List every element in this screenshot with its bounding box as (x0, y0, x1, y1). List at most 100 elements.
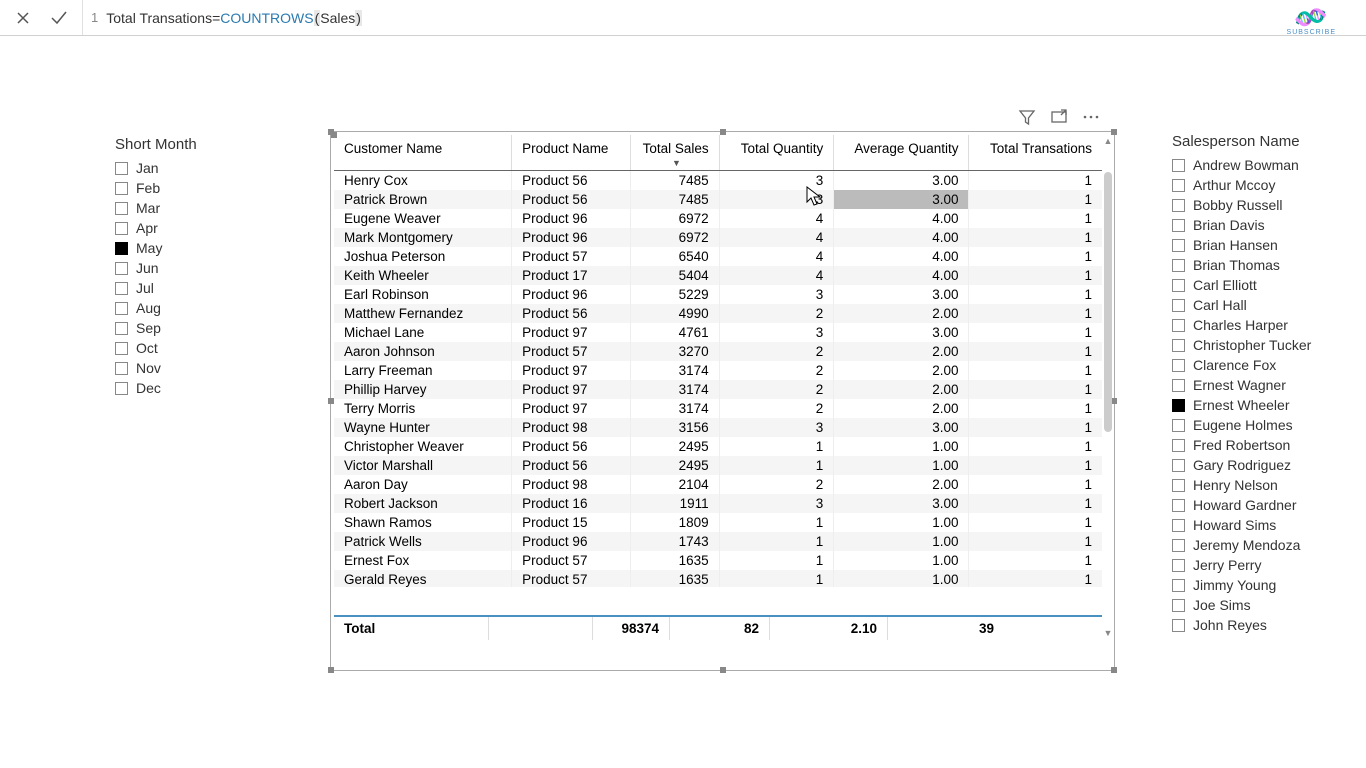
table-cell[interactable]: Product 98 (512, 418, 631, 437)
table-cell[interactable]: 1 (969, 570, 1102, 587)
table-cell[interactable]: 2.00 (834, 399, 969, 418)
table-cell[interactable]: Phillip Harvey (334, 380, 512, 399)
table-cell[interactable]: 2.00 (834, 380, 969, 399)
checkbox-icon[interactable] (1172, 519, 1185, 532)
table-cell[interactable]: Keith Wheeler (334, 266, 512, 285)
table-row[interactable]: Victor MarshallProduct 56249511.001 (334, 456, 1102, 475)
table-cell[interactable]: Product 56 (512, 190, 631, 209)
slicer-item[interactable]: Howard Gardner (1172, 496, 1352, 514)
table-cell[interactable]: 1 (969, 228, 1102, 247)
table-row[interactable]: Wayne HunterProduct 98315633.001 (334, 418, 1102, 437)
table-row[interactable]: Robert JacksonProduct 16191133.001 (334, 494, 1102, 513)
table-cell[interactable]: 3174 (631, 361, 719, 380)
table-cell[interactable]: 3.00 (834, 171, 969, 191)
table-cell[interactable]: 1 (719, 513, 834, 532)
checkbox-icon[interactable] (1172, 539, 1185, 552)
table-cell[interactable]: 6972 (631, 228, 719, 247)
table-cell[interactable]: Product 96 (512, 285, 631, 304)
checkbox-icon[interactable] (1172, 499, 1185, 512)
table-cell[interactable]: 1 (719, 551, 834, 570)
resize-handle[interactable] (328, 129, 334, 135)
slicer-item[interactable]: Howard Sims (1172, 516, 1352, 534)
table-cell[interactable]: 4 (719, 228, 834, 247)
slicer-item[interactable]: Charles Harper (1172, 316, 1352, 334)
table-cell[interactable]: Shawn Ramos (334, 513, 512, 532)
checkbox-icon[interactable] (115, 182, 128, 195)
slicer-item[interactable]: Dec (115, 379, 285, 397)
table-cell[interactable]: Terry Morris (334, 399, 512, 418)
checkbox-icon[interactable] (1172, 399, 1185, 412)
slicer-item[interactable]: Aug (115, 299, 285, 317)
table-cell[interactable]: 1 (719, 570, 834, 587)
slicer-item[interactable]: Ernest Wheeler (1172, 396, 1352, 414)
table-cell[interactable]: Earl Robinson (334, 285, 512, 304)
scroll-up-icon[interactable]: ▲ (1103, 136, 1113, 150)
column-header[interactable]: Average Quantity (834, 135, 969, 171)
table-cell[interactable]: 6972 (631, 209, 719, 228)
table-cell[interactable]: 1 (969, 380, 1102, 399)
table-cell[interactable]: 2 (719, 475, 834, 494)
slicer-item[interactable]: Brian Thomas (1172, 256, 1352, 274)
checkbox-icon[interactable] (1172, 419, 1185, 432)
table-cell[interactable]: 1 (969, 551, 1102, 570)
table-cell[interactable]: 1911 (631, 494, 719, 513)
table-cell[interactable]: 3.00 (834, 190, 969, 209)
table-cell[interactable]: 5404 (631, 266, 719, 285)
table-cell[interactable]: Product 16 (512, 494, 631, 513)
table-cell[interactable]: 1 (969, 361, 1102, 380)
table-row[interactable]: Michael LaneProduct 97476133.001 (334, 323, 1102, 342)
table-cell[interactable]: 1635 (631, 570, 719, 587)
table-row[interactable]: Terry MorrisProduct 97317422.001 (334, 399, 1102, 418)
table-cell[interactable]: 1 (969, 285, 1102, 304)
table-cell[interactable]: Product 56 (512, 437, 631, 456)
slicer-item[interactable]: Andrew Bowman (1172, 156, 1352, 174)
slicer-item[interactable]: Christopher Tucker (1172, 336, 1352, 354)
table-cell[interactable]: Product 56 (512, 304, 631, 323)
checkbox-icon[interactable] (115, 282, 128, 295)
checkbox-icon[interactable] (115, 242, 128, 255)
table-cell[interactable]: Product 57 (512, 342, 631, 361)
table-cell[interactable]: 7485 (631, 190, 719, 209)
table-cell[interactable]: Wayne Hunter (334, 418, 512, 437)
slicer-item[interactable]: Jul (115, 279, 285, 297)
table-cell[interactable]: Product 97 (512, 323, 631, 342)
table-cell[interactable]: 3 (719, 171, 834, 191)
slicer-item[interactable]: Sep (115, 319, 285, 337)
table-cell[interactable]: 1 (969, 399, 1102, 418)
table-cell[interactable]: 7485 (631, 171, 719, 191)
checkbox-icon[interactable] (1172, 279, 1185, 292)
resize-handle[interactable] (720, 667, 726, 673)
checkbox-icon[interactable] (115, 322, 128, 335)
scroll-thumb[interactable] (1104, 172, 1112, 432)
table-cell[interactable]: 1 (969, 171, 1102, 191)
slicer-item[interactable]: Jerry Perry (1172, 556, 1352, 574)
table-row[interactable]: Joshua PetersonProduct 57654044.001 (334, 247, 1102, 266)
more-options-icon[interactable] (1082, 108, 1100, 126)
table-cell[interactable]: Product 96 (512, 228, 631, 247)
table-cell[interactable]: Ernest Fox (334, 551, 512, 570)
table-cell[interactable]: 1 (969, 323, 1102, 342)
checkbox-icon[interactable] (1172, 379, 1185, 392)
table-cell[interactable]: Product 56 (512, 456, 631, 475)
table-cell[interactable]: 3.00 (834, 418, 969, 437)
table-cell[interactable]: 2495 (631, 437, 719, 456)
table-cell[interactable]: Product 96 (512, 209, 631, 228)
slicer-item[interactable]: Clarence Fox (1172, 356, 1352, 374)
table-cell[interactable]: 6540 (631, 247, 719, 266)
checkbox-icon[interactable] (1172, 299, 1185, 312)
checkbox-icon[interactable] (1172, 199, 1185, 212)
table-row[interactable]: Patrick BrownProduct 56748533.001 (334, 190, 1102, 209)
checkbox-icon[interactable] (1172, 359, 1185, 372)
table-cell[interactable]: 3.00 (834, 285, 969, 304)
table-cell[interactable]: 2 (719, 361, 834, 380)
table-row[interactable]: Henry CoxProduct 56748533.001 (334, 171, 1102, 191)
table-cell[interactable]: Matthew Fernandez (334, 304, 512, 323)
checkbox-icon[interactable] (1172, 459, 1185, 472)
table-cell[interactable]: 4761 (631, 323, 719, 342)
table-row[interactable]: Eugene WeaverProduct 96697244.001 (334, 209, 1102, 228)
table-row[interactable]: Phillip HarveyProduct 97317422.001 (334, 380, 1102, 399)
slicer-item[interactable]: Oct (115, 339, 285, 357)
table-cell[interactable]: Product 56 (512, 171, 631, 191)
table-cell[interactable]: Joshua Peterson (334, 247, 512, 266)
checkbox-icon[interactable] (115, 262, 128, 275)
